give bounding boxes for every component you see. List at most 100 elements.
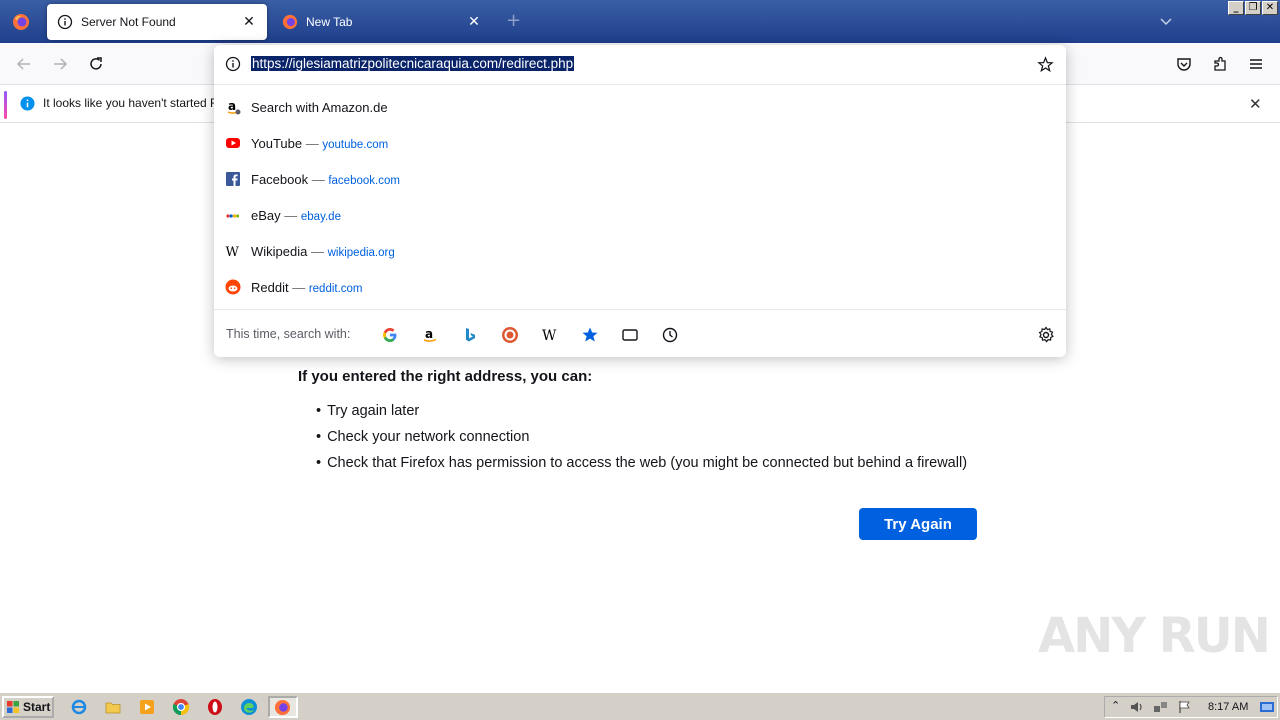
- edge-icon[interactable]: [240, 698, 258, 716]
- tab-server-not-found[interactable]: Server Not Found ✕: [47, 4, 267, 40]
- maximize-button[interactable]: ❐: [1245, 1, 1261, 15]
- suggestion-facebook[interactable]: Facebook — facebook.com: [214, 161, 1066, 197]
- suggestion-ebay[interactable]: eBay — ebay.de: [214, 197, 1066, 233]
- suggestion-url: facebook.com: [328, 174, 400, 187]
- hamburger-menu-icon[interactable]: [1247, 55, 1265, 73]
- chevron-down-icon[interactable]: [1158, 13, 1174, 29]
- suggestion-label: Reddit: [251, 279, 289, 295]
- bing-icon[interactable]: [461, 326, 479, 344]
- ebay-icon: [226, 214, 240, 218]
- try-again-button[interactable]: Try Again: [859, 508, 977, 540]
- taskbar-firefox-button[interactable]: [268, 696, 298, 718]
- suggestion-label: Search with Amazon.de: [251, 99, 388, 115]
- tabs-icon[interactable]: [621, 326, 639, 344]
- suggestion-label: Facebook: [251, 171, 309, 187]
- suggestion-text: eBay — ebay.de: [251, 208, 341, 223]
- separator: —: [310, 243, 328, 259]
- minimize-button[interactable]: _: [1228, 1, 1244, 15]
- firefox-icon: [282, 14, 298, 30]
- one-off-search-bar: This time, search with: a W: [214, 309, 1066, 357]
- clock: 8:17 AM: [1208, 701, 1249, 713]
- bookmarks-icon[interactable]: [581, 326, 599, 344]
- firefox-icon: [274, 699, 291, 716]
- pocket-icon[interactable]: [1175, 55, 1193, 73]
- suggestion-url: reddit.com: [308, 282, 363, 295]
- separator: —: [305, 135, 323, 151]
- close-icon[interactable]: ✕: [1249, 95, 1262, 113]
- tab-title: New Tab: [306, 15, 353, 29]
- folder-icon[interactable]: [104, 698, 122, 716]
- suggestion-label: eBay: [251, 207, 281, 223]
- notification-accent: [4, 91, 7, 119]
- url-text[interactable]: https://iglesiamatrizpolitecnicaraquia.c…: [251, 56, 575, 71]
- network-icon[interactable]: [1153, 700, 1169, 714]
- chrome-icon[interactable]: [172, 698, 190, 716]
- new-tab-plus-icon[interactable]: +: [506, 12, 521, 30]
- separator: —: [292, 279, 309, 295]
- svg-text:a: a: [228, 99, 236, 113]
- tab-new-tab[interactable]: New Tab ✕: [272, 4, 492, 40]
- amazon-icon: a: [227, 99, 241, 115]
- suggestion-label: Wikipedia: [251, 243, 308, 259]
- suggestion-text: Facebook — facebook.com: [251, 172, 400, 187]
- close-button[interactable]: ✕: [1262, 1, 1278, 15]
- info-icon: [20, 96, 35, 111]
- svg-text:W: W: [226, 245, 240, 259]
- notification-icon[interactable]: [1259, 700, 1275, 714]
- urlbar-input[interactable]: https://iglesiamatrizpolitecnicaraquia.c…: [214, 45, 1066, 85]
- start-button[interactable]: Start: [2, 696, 54, 718]
- suggestion-text: Reddit — reddit.com: [251, 280, 363, 295]
- wikipedia-icon: W: [226, 245, 240, 259]
- info-icon: [57, 14, 73, 30]
- tab-close-icon[interactable]: ✕: [241, 14, 257, 30]
- suggestion-wikipedia[interactable]: W Wikipedia — wikipedia.org: [214, 233, 1066, 269]
- gear-icon[interactable]: [1037, 326, 1055, 344]
- volume-icon[interactable]: [1129, 700, 1145, 714]
- amazon-icon[interactable]: a: [421, 326, 439, 344]
- back-icon[interactable]: [15, 55, 33, 73]
- suggestion-text: YouTube — youtube.com: [251, 136, 388, 151]
- suggestion-amazon[interactable]: a Search with Amazon.de: [214, 89, 1066, 125]
- media-player-icon[interactable]: [138, 698, 156, 716]
- chevron-up-icon[interactable]: ⌃: [1111, 699, 1120, 712]
- opera-icon[interactable]: [206, 698, 224, 716]
- flag-icon[interactable]: [1177, 700, 1193, 714]
- history-icon[interactable]: [661, 326, 679, 344]
- firefox-icon: [13, 13, 29, 30]
- taskbar: Start ⌃ 8:17 AM: [0, 692, 1280, 720]
- suggestion-reddit[interactable]: Reddit — reddit.com: [214, 269, 1066, 305]
- watermark-logo: ANY RUN: [1038, 608, 1271, 664]
- list-item: Check your network connection: [316, 427, 967, 453]
- separator: —: [311, 171, 329, 187]
- star-bookmark-icon[interactable]: [1037, 56, 1054, 73]
- info-icon[interactable]: [225, 56, 241, 72]
- forward-icon[interactable]: [51, 55, 69, 73]
- reddit-icon: [225, 279, 241, 295]
- suggestion-url: wikipedia.org: [327, 246, 395, 259]
- firefox-menu-button[interactable]: [0, 0, 42, 43]
- suggestion-youtube[interactable]: YouTube — youtube.com: [214, 125, 1066, 161]
- reload-icon[interactable]: [87, 55, 105, 73]
- separator: —: [284, 207, 301, 223]
- duckduckgo-icon[interactable]: [501, 326, 519, 344]
- urlbar-dropdown: https://iglesiamatrizpolitecnicaraquia.c…: [214, 45, 1066, 357]
- suggestion-text: Wikipedia — wikipedia.org: [251, 244, 395, 259]
- list-item: Check that Firefox has permission to acc…: [316, 453, 967, 479]
- tab-close-icon[interactable]: ✕: [466, 14, 482, 30]
- list-item: Try again later: [316, 401, 967, 427]
- extensions-icon[interactable]: [1211, 55, 1229, 73]
- internet-explorer-icon[interactable]: [70, 698, 88, 716]
- window-controls: _ ❐ ✕: [1228, 1, 1278, 15]
- svg-text:a: a: [425, 327, 433, 341]
- system-tray: ⌃: [1104, 696, 1278, 718]
- error-heading: If you entered the right address, you ca…: [298, 368, 593, 385]
- wikipedia-icon[interactable]: W: [541, 326, 559, 344]
- tab-strip: Server Not Found ✕ New Tab ✕ + _ ❐ ✕: [0, 0, 1280, 43]
- suggestion-url: youtube.com: [322, 138, 389, 151]
- start-label: Start: [23, 700, 51, 714]
- one-off-label: This time, search with:: [226, 327, 351, 341]
- suggestion-label: YouTube: [251, 135, 303, 151]
- google-icon[interactable]: [381, 326, 399, 344]
- windows-logo-icon: [7, 701, 19, 713]
- notification-text: It looks like you haven't started Fire: [43, 96, 231, 110]
